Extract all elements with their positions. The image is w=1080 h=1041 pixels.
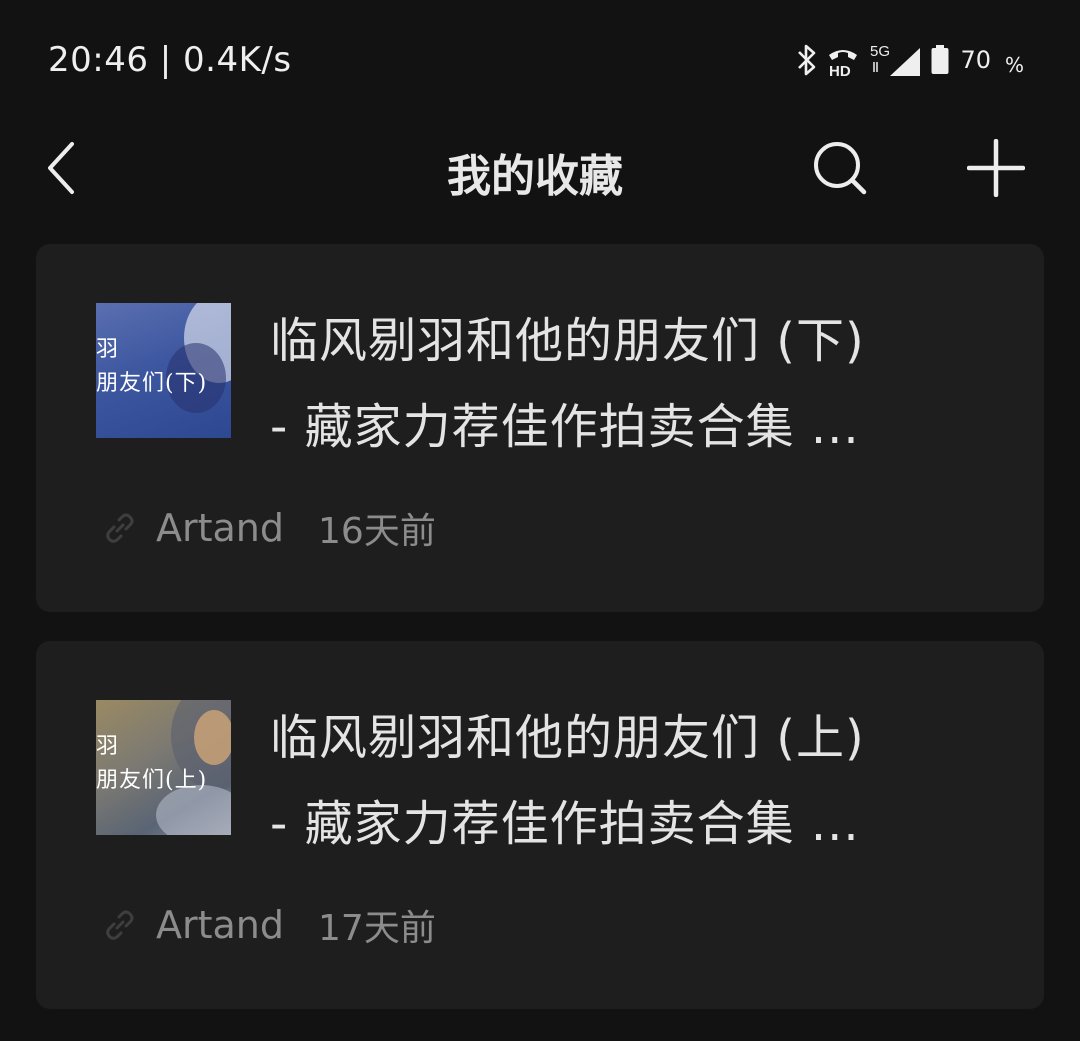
hd-call-icon: HD bbox=[826, 43, 860, 77]
status-icons: HD 5G 70 % bbox=[796, 40, 1024, 80]
status-time: 20:46 | 0.4K/s bbox=[48, 40, 292, 80]
battery-level: 70 bbox=[960, 46, 991, 74]
link-icon bbox=[102, 510, 142, 546]
thumb-title-line1: 羽 bbox=[96, 337, 120, 362]
battery-icon bbox=[930, 44, 950, 76]
search-icon bbox=[814, 142, 867, 195]
card-title-line1: 临风剔羽和他的朋友们 (下) bbox=[270, 313, 865, 369]
card-title-line1: 临风剔羽和他的朋友们 (上) bbox=[270, 710, 865, 766]
saved-time: 16天前 bbox=[318, 511, 436, 552]
source-name: Artand bbox=[156, 506, 285, 550]
card-title: 临风剔羽和他的朋友们 (下) - 藏家力荐佳作拍卖合集 ... bbox=[270, 298, 970, 470]
link-icon bbox=[102, 907, 142, 943]
source-name: Artand bbox=[156, 903, 285, 947]
plus-icon bbox=[967, 139, 1025, 197]
thumb-title-line2: 朋友们(上) bbox=[96, 768, 208, 793]
card-title-line2: - 藏家力荐佳作拍卖合集 ... bbox=[270, 796, 860, 852]
thumb-title-line1: 羽 bbox=[96, 734, 120, 759]
cover-thumbnail: 羽 朋友们(上) bbox=[96, 700, 231, 835]
hd-label: HD bbox=[829, 63, 851, 77]
card-title: 临风剔羽和他的朋友们 (上) - 藏家力荐佳作拍卖合集 ... bbox=[270, 695, 970, 867]
battery-unit: % bbox=[1004, 53, 1024, 77]
cover-thumbnail: 羽 朋友们(下) bbox=[96, 303, 231, 438]
status-bar: 20:46 | 0.4K/s HD 5G 70 % bbox=[0, 0, 1080, 120]
favorite-card[interactable]: 羽 朋友们(上) 临风剔羽和他的朋友们 (上) - 藏家力荐佳作拍卖合集 ...… bbox=[36, 641, 1044, 1009]
nav-bar: 我的收藏 bbox=[0, 120, 1080, 220]
card-meta: Artand 16天前 bbox=[102, 506, 436, 552]
card-title-line2: - 藏家力荐佳作拍卖合集 ... bbox=[270, 399, 860, 455]
bluetooth-icon bbox=[796, 43, 818, 77]
thumb-title-line2: 朋友们(下) bbox=[96, 371, 208, 396]
network-label: 5G bbox=[870, 43, 890, 60]
saved-time: 17天前 bbox=[318, 908, 436, 949]
add-button[interactable] bbox=[964, 136, 1028, 200]
signal-icon: 5G bbox=[868, 42, 922, 78]
search-button[interactable] bbox=[808, 136, 872, 200]
card-meta: Artand 17天前 bbox=[102, 903, 436, 949]
page-title: 我的收藏 bbox=[447, 151, 623, 202]
favorite-card[interactable]: 羽 朋友们(下) 临风剔羽和他的朋友们 (下) - 藏家力荐佳作拍卖合集 ...… bbox=[36, 244, 1044, 612]
